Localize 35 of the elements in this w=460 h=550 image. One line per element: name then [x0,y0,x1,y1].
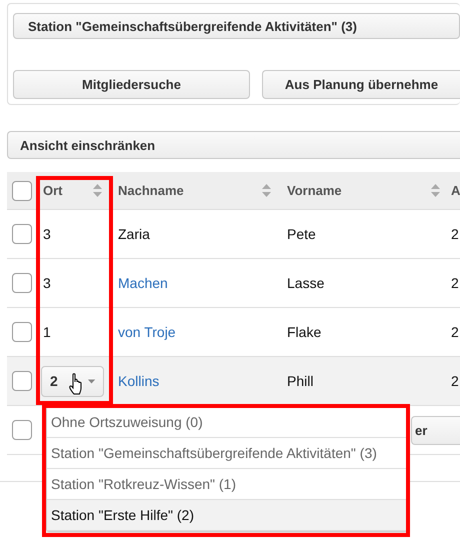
name-link[interactable]: Machen [118,275,168,291]
caret-icon [88,378,95,384]
member-search-button[interactable]: Mitgliedersuche [13,70,250,99]
import-button[interactable]: Aus Planung übernehme [262,70,460,99]
table-cell: 2 [451,226,459,242]
filter-bar[interactable]: Ansicht einschränken [7,131,460,159]
checkbox[interactable] [12,322,32,342]
checkbox[interactable] [12,224,32,244]
table-cell: 3 [43,226,51,242]
column-header[interactable]: Ort [43,183,62,198]
station-header[interactable]: Station "Gemeinschaftsübergreifende Aktivitäten" (3) [13,13,460,39]
action-button[interactable]: er [411,416,460,444]
table-cell: Pete [287,226,316,242]
name-link[interactable]: Kollins [118,373,160,389]
menu-item[interactable]: Station "Gemeinschaftsübergreifende Aktivitäten" (3) [47,438,407,469]
table-cell: 1 [43,324,51,340]
menu-item[interactable]: Ohne Ortszuweisung (0) [47,407,407,438]
table-cell: Lasse [287,275,324,291]
table-cell: Phill [287,373,314,389]
table-cell: Flake [287,324,322,340]
menu-item[interactable]: Station "Erste Hilfe" (2) [47,500,407,531]
table-cell: 2 [451,373,459,389]
table-cell: 2 [451,275,459,291]
checkbox[interactable] [12,420,32,440]
checkbox[interactable] [12,371,32,391]
table-cell: 3 [43,275,51,291]
table-cell: Zaria [118,226,150,242]
column-header[interactable]: A [451,183,460,198]
name-link[interactable]: von Troje [118,324,176,340]
checkbox[interactable] [12,273,32,293]
checkbox[interactable] [12,180,32,200]
column-header[interactable]: Vorname [287,183,342,198]
column-header[interactable]: Nachname [118,183,184,198]
location-select[interactable]: 2 [41,366,104,396]
table-cell: 2 [451,324,459,340]
